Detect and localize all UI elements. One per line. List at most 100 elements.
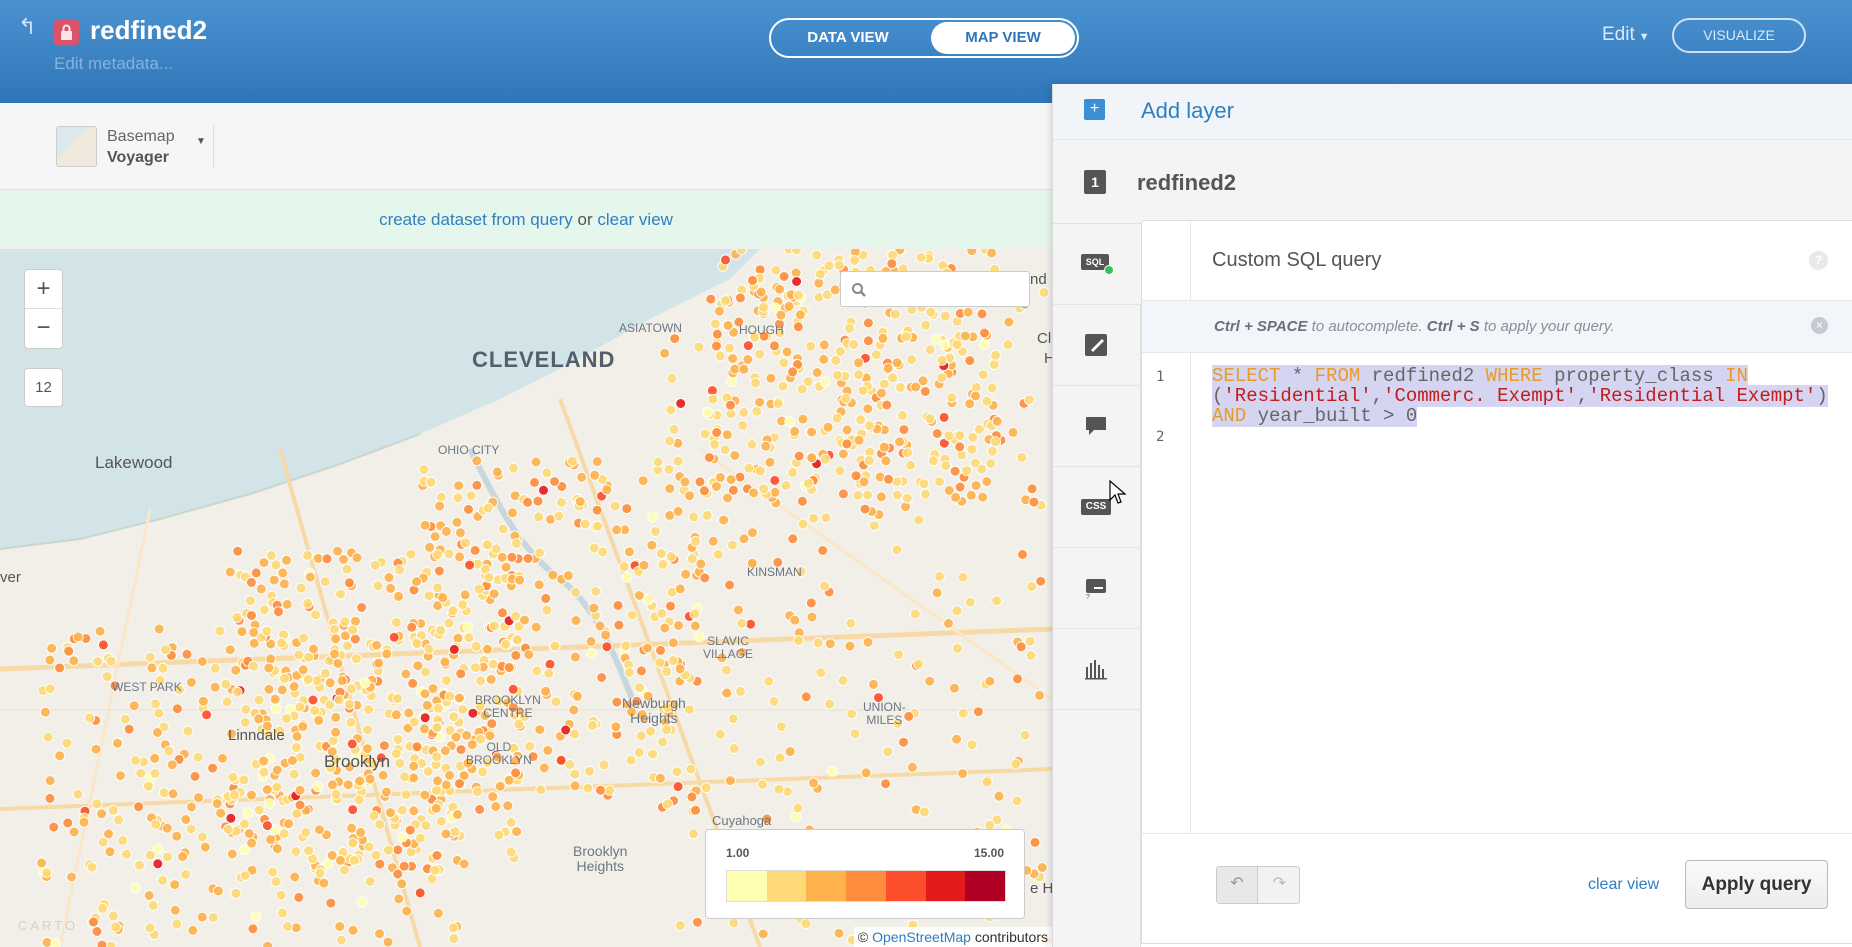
map-label-hough: HOUGH xyxy=(739,323,784,337)
map-label-brooklyn: Brooklyn xyxy=(324,752,391,771)
sql-string: 'Residential' xyxy=(1223,385,1372,407)
map-search-input[interactable] xyxy=(840,271,1030,307)
divider xyxy=(213,125,214,169)
layer-name[interactable]: redfined2 xyxy=(1137,170,1236,196)
search-icon xyxy=(852,283,866,297)
tool-css[interactable]: CSS xyxy=(1053,467,1141,548)
visualize-button[interactable]: VISUALIZE xyxy=(1672,18,1806,53)
tool-sql[interactable]: SQL xyxy=(1053,224,1141,305)
sql-token: * xyxy=(1280,365,1315,387)
back-arrow-icon[interactable]: ↰ xyxy=(18,16,36,38)
legend-swatch xyxy=(806,871,847,901)
sql-token: redfined2 xyxy=(1360,365,1486,387)
hint-text: Ctrl + SPACE to autocomplete. Ctrl + S t… xyxy=(1214,318,1614,335)
edit-menu[interactable]: Edit ▼ xyxy=(1602,24,1650,46)
map-label-brooklyn-centre: BROOKLYN CENTRE xyxy=(475,693,541,720)
edit-menu-label: Edit xyxy=(1602,24,1635,45)
redo-button[interactable]: ↷ xyxy=(1259,867,1300,903)
map-label-brooklyn-heights: Brooklyn Heights xyxy=(573,843,628,874)
attribution-suffix: contributors xyxy=(970,929,1048,945)
caret-down-icon: ▼ xyxy=(1638,31,1650,43)
sql-keyword: WHERE xyxy=(1485,365,1543,387)
hint-key-autocomplete: Ctrl + SPACE xyxy=(1214,318,1308,335)
apply-query-button[interactable]: Apply query xyxy=(1685,860,1828,909)
openstreetmap-link[interactable]: OpenStreetMap xyxy=(872,929,971,945)
map-label-union-miles: UNION- MILES xyxy=(863,700,906,727)
tool-legend[interactable]: ? xyxy=(1053,548,1141,629)
css-icon: CSS xyxy=(1081,499,1111,515)
map-label-lakewood: Lakewood xyxy=(95,453,173,472)
undo-redo-group: ↶ ↷ xyxy=(1216,866,1300,904)
map-view-tab[interactable]: MAP VIEW xyxy=(931,22,1075,54)
close-icon[interactable]: × xyxy=(1811,317,1828,334)
clear-view-button[interactable]: clear view xyxy=(1588,876,1659,894)
map-label-nd: nd xyxy=(1030,271,1047,288)
zoom-control: + − xyxy=(24,269,63,349)
tool-wizard[interactable] xyxy=(1053,305,1141,386)
attribution-prefix: © xyxy=(857,929,873,945)
line-number: 2 xyxy=(1156,429,1165,445)
speech-bubble-icon xyxy=(1086,417,1106,435)
undo-button[interactable]: ↶ xyxy=(1217,867,1258,903)
gutter-top xyxy=(1142,221,1191,301)
tool-infowindow[interactable] xyxy=(1053,386,1141,467)
hint-key-apply: Ctrl + S xyxy=(1426,318,1480,335)
sql-keyword: IN xyxy=(1725,365,1748,387)
tool-filters[interactable] xyxy=(1053,629,1141,710)
sql-token: property_class xyxy=(1542,365,1726,387)
layer-number: 1 xyxy=(1084,170,1106,194)
basemap-label[interactable]: Basemap xyxy=(107,128,175,146)
applied-status-dot xyxy=(1104,265,1114,275)
edit-metadata-link[interactable]: Edit metadata... xyxy=(54,54,173,74)
legend-swatch xyxy=(925,871,966,901)
basemap-dropdown-icon[interactable]: ▼ xyxy=(196,136,206,147)
map-label-linndale: Linndale xyxy=(228,727,285,744)
zoom-out-button[interactable]: − xyxy=(25,309,62,348)
lock-icon[interactable] xyxy=(54,20,79,45)
editor-footer: ↶ ↷ clear view Apply query xyxy=(1142,833,1852,945)
basemap-name[interactable]: Voyager xyxy=(107,149,169,167)
legend-min: 1.00 xyxy=(726,846,750,860)
clear-view-link[interactable]: clear view xyxy=(597,210,673,229)
paintbrush-icon xyxy=(1085,334,1107,356)
map-label-old-brooklyn: OLD BROOKLYN xyxy=(466,740,532,767)
sql-token: ) xyxy=(1816,385,1828,407)
sql-editor: Custom SQL query ? Ctrl + SPACE to autoc… xyxy=(1141,220,1852,944)
map-label-ohio-city: OHIO CITY xyxy=(438,443,500,457)
data-view-tab[interactable]: DATA VIEW xyxy=(775,22,921,54)
legend-icon: ? xyxy=(1086,579,1106,600)
view-toggle: DATA VIEW MAP VIEW xyxy=(769,18,1079,58)
map-label-h: H xyxy=(1044,350,1052,367)
basemap-thumbnail[interactable] xyxy=(56,126,97,167)
dataset-title[interactable]: redfined2 xyxy=(90,15,207,46)
histogram-icon xyxy=(1085,660,1107,680)
map-label-asiatown: ASIATOWN xyxy=(619,321,682,335)
create-dataset-link[interactable]: create dataset from query xyxy=(379,210,573,229)
legend-swatch xyxy=(846,871,886,901)
map-label-ver: ver xyxy=(0,569,21,586)
sql-code-area[interactable]: SELECT * FROM redfined2 WHERE property_c… xyxy=(1212,365,1848,427)
map-label-cuyahoga: Cuyahoga xyxy=(712,813,772,828)
map-label-newburgh-heights: Newburgh Heights xyxy=(622,695,686,726)
zoom-level-indicator: 12 xyxy=(24,368,63,407)
map-label-cl: Cl xyxy=(1037,330,1052,347)
query-notice-bar: create dataset from query or clear view xyxy=(0,191,1052,248)
svg-text:?: ? xyxy=(1086,594,1090,600)
line-number: 1 xyxy=(1156,369,1165,385)
editor-title-bar: Custom SQL query ? xyxy=(1142,221,1852,301)
carto-logo: CARTO xyxy=(18,918,79,933)
map-canvas[interactable]: CLEVELAND Lakewood ASIATOWN HOUGH OHIO C… xyxy=(0,249,1052,947)
layer-tools-sidebar: SQL CSS ? xyxy=(1053,224,1141,947)
zoom-in-button[interactable]: + xyxy=(25,270,62,309)
sql-token: , xyxy=(1576,385,1589,407)
help-icon[interactable]: ? xyxy=(1809,251,1828,270)
hint-text-autocomplete: to autocomplete. xyxy=(1307,318,1427,335)
legend-swatch xyxy=(727,871,767,901)
add-layer-bar[interactable]: + Add layer xyxy=(1053,84,1852,140)
line-gutter: 1 2 xyxy=(1142,353,1191,833)
mouse-cursor-icon xyxy=(1109,480,1127,504)
map-attribution: © OpenStreetMap contributors xyxy=(853,927,1052,947)
map-label-e-he: e He xyxy=(1030,880,1052,897)
sql-keyword: AND xyxy=(1212,405,1247,427)
map-label-slavic-village: SLAVIC VILLAGE xyxy=(703,634,754,661)
